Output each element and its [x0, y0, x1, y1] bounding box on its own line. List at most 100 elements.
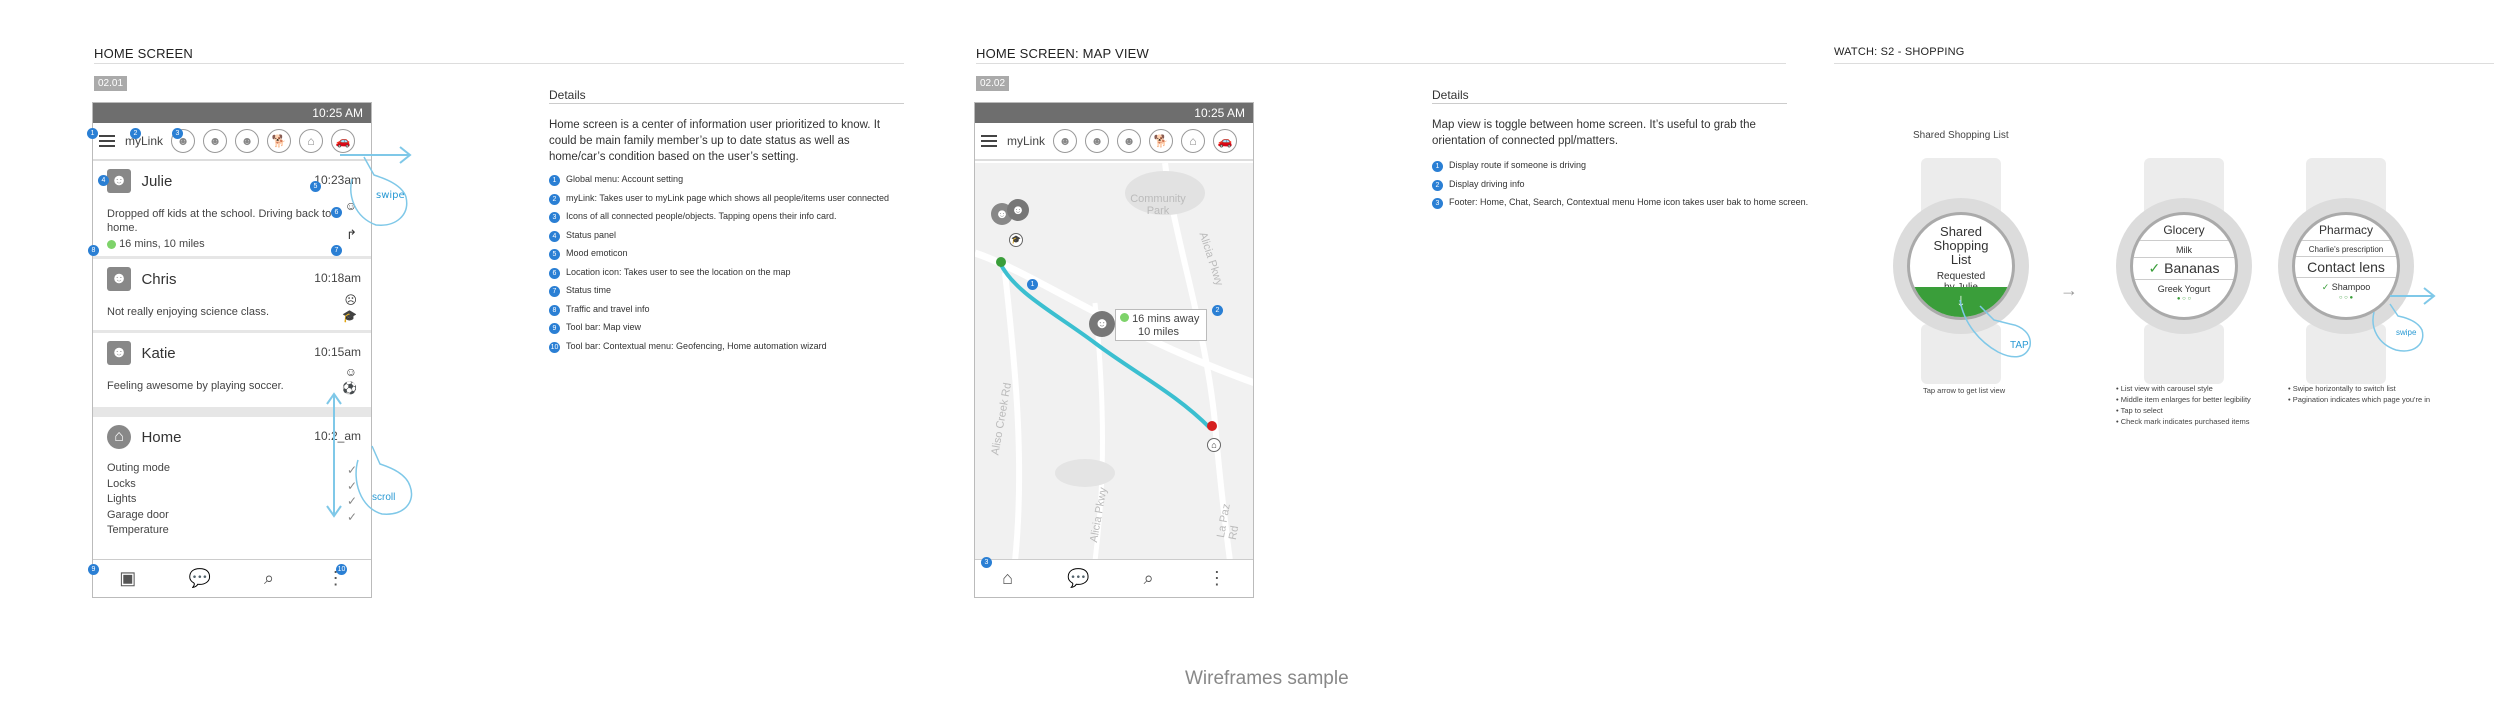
annotation-badge: 5: [310, 181, 321, 192]
details-item: 6 Location icon: Takes user to see the lo…: [549, 267, 929, 279]
details-text: Map view is toggle between home screen. …: [1432, 119, 1756, 147]
driver-pin-icon[interactable]: ☻: [1089, 311, 1115, 337]
map-section-title: HOME SCREEN: MAP VIEW: [976, 46, 1149, 61]
search-icon[interactable]: ⌕: [1144, 568, 1154, 589]
map-footer: ⌂ 💬 ⌕ ⋮: [975, 559, 1253, 597]
details-title: Details: [549, 88, 586, 102]
pet-icon[interactable]: 🐕: [267, 129, 292, 153]
note-text: Tap to select: [2120, 406, 2163, 415]
car-icon[interactable]: 🚗: [1213, 129, 1238, 153]
card-message: Not really enjoying science class.: [107, 306, 270, 318]
details-item-number: 5: [549, 249, 560, 260]
details-title: Details: [1432, 88, 1469, 102]
annotation-badge: 8: [88, 245, 99, 256]
menu-icon[interactable]: [99, 135, 115, 147]
person-icon[interactable]: ☻: [203, 129, 228, 153]
annotation-badge: 1: [87, 128, 98, 139]
tap-gesture-icon: [1959, 299, 2031, 358]
annotation-badge: 10: [336, 564, 347, 575]
person-icon[interactable]: ☻: [1053, 129, 1078, 153]
person-icon[interactable]: ☻: [1117, 129, 1142, 153]
list-item[interactable]: Milk: [2133, 245, 2235, 255]
person-icon[interactable]: ☻: [235, 129, 260, 153]
person-pin-icon[interactable]: ☻: [1007, 199, 1029, 221]
details-item: 3 Icons of all connected people/objects. …: [549, 211, 929, 223]
person-icon[interactable]: ☻: [1085, 129, 1110, 153]
more-icon[interactable]: ⋮: [1208, 568, 1226, 589]
mylink-link[interactable]: myLink: [1007, 134, 1045, 148]
details-item-number: 10: [549, 341, 560, 353]
list-item-selected[interactable]: ✓ Bananas: [2133, 257, 2235, 280]
annotation-badge: 7: [331, 245, 342, 256]
avatar: ☻: [107, 267, 131, 291]
pet-icon[interactable]: 🐕: [1149, 129, 1174, 153]
map-phone: 10:25 AM myLink ☻ ☻ ☻ 🐕 ⌂ 🚗 Community Pa…: [974, 102, 1254, 598]
details-item: 2 myLink: Takes user to myLink page which…: [549, 193, 929, 205]
check-icon: ✓: [2321, 282, 2332, 292]
home-location-icon[interactable]: ⌂: [1207, 438, 1221, 452]
details-item-text: Status panel: [566, 229, 617, 240]
chat-icon[interactable]: 💬: [189, 568, 211, 589]
home-icon[interactable]: ⌂: [1002, 568, 1013, 589]
annotation-badge: 9: [88, 564, 99, 575]
travel-info: 16 mins, 10 miles: [119, 238, 205, 250]
status-card-chris[interactable]: ☻ Chris 10:18am Not really enjoying scie…: [93, 259, 371, 333]
watch-title: Shared Shopping List: [1933, 224, 1989, 267]
list-item-selected[interactable]: Contact lens: [2295, 256, 2397, 278]
annotation-badge: 4: [98, 175, 109, 186]
home-item: Locks: [107, 477, 136, 490]
avatar: ☻: [107, 341, 131, 365]
traffic-dot-icon: [1120, 313, 1129, 322]
list-item[interactable]: Charlie's prescription: [2295, 245, 2397, 254]
search-icon[interactable]: ⌕: [264, 568, 274, 589]
flow-arrow-icon: →: [2060, 280, 2078, 300]
annotation-badge: 3: [172, 128, 183, 139]
map-area[interactable]: Community Park Alicia Pkwy Aliso Creek R…: [975, 162, 1253, 562]
details-item-text: Footer: Home, Chat, Search, Contextual m…: [1449, 197, 1809, 207]
home-item: Lights: [107, 493, 137, 505]
origin-marker-icon: [996, 257, 1006, 267]
watch-section-title: WATCH: S2 - SHOPPING: [1834, 46, 1965, 58]
menu-icon[interactable]: [981, 135, 997, 147]
home-icon[interactable]: ⌂: [1181, 129, 1206, 153]
chat-icon[interactable]: 💬: [1067, 568, 1089, 589]
annotation-badge: 1: [1027, 279, 1038, 290]
map-section-divider: [976, 63, 1786, 64]
watch-section-divider: [1834, 63, 2494, 64]
list-item[interactable]: Greek Yogurt: [2133, 284, 2235, 294]
card-name: Katie: [141, 344, 176, 362]
school-pin-icon[interactable]: 🎓: [1009, 233, 1023, 247]
card-time: 10:15am: [314, 345, 361, 359]
swipe-gesture-icon: [340, 146, 412, 226]
watch-grocery-list: Glocery Milk ✓ Bananas Greek Yogurt ● ○ …: [2116, 148, 2252, 388]
pagination-icon: ● ○ ○: [2176, 296, 2192, 302]
home-item: Temperature: [107, 524, 169, 536]
traffic-dot-icon: [107, 239, 116, 249]
watch-face[interactable]: Glocery Milk ✓ Bananas Greek Yogurt ● ○ …: [2130, 212, 2238, 320]
home-screen-tag: 02.01: [94, 76, 128, 91]
card-name: Chris: [141, 270, 177, 288]
page-caption: Wireframes sample: [1185, 668, 1349, 689]
watch-title: Pharmacy: [2295, 223, 2397, 241]
mood-icon: ☹: [344, 293, 357, 307]
details-item-number: 4: [549, 230, 560, 242]
map-screen-tag: 02.02: [976, 76, 1010, 91]
school-icon[interactable]: 🎓: [342, 309, 357, 323]
note-line: • Tap to select: [2116, 405, 2251, 416]
watch-note: Tap arrow to get list view: [1923, 386, 2006, 395]
note-line: • Check mark indicates purchased items: [2116, 416, 2251, 427]
map-toolbar: myLink ☻ ☻ ☻ 🐕 ⌂ 🚗: [975, 123, 1253, 161]
details-item: 9 Tool bar: Map view: [549, 322, 929, 334]
details-item: 8 Traffic and travel info: [549, 304, 929, 316]
details-item-text: Mood emoticon: [566, 248, 628, 258]
details-item: 5 Mood emoticon: [549, 248, 929, 260]
home-item: Garage door: [107, 508, 169, 521]
map-view-icon[interactable]: ▣: [119, 568, 136, 589]
home-avatar-icon: ⌂: [107, 425, 131, 449]
watch-note-list: • Swipe horizontally to switch list • Pag…: [2288, 383, 2430, 405]
details-divider: [1432, 103, 1787, 104]
home-section-divider: [94, 63, 904, 64]
status-bar: 10:25 AM: [93, 103, 371, 123]
details-item-number: 6: [549, 267, 560, 279]
home-icon[interactable]: ⌂: [299, 129, 324, 153]
